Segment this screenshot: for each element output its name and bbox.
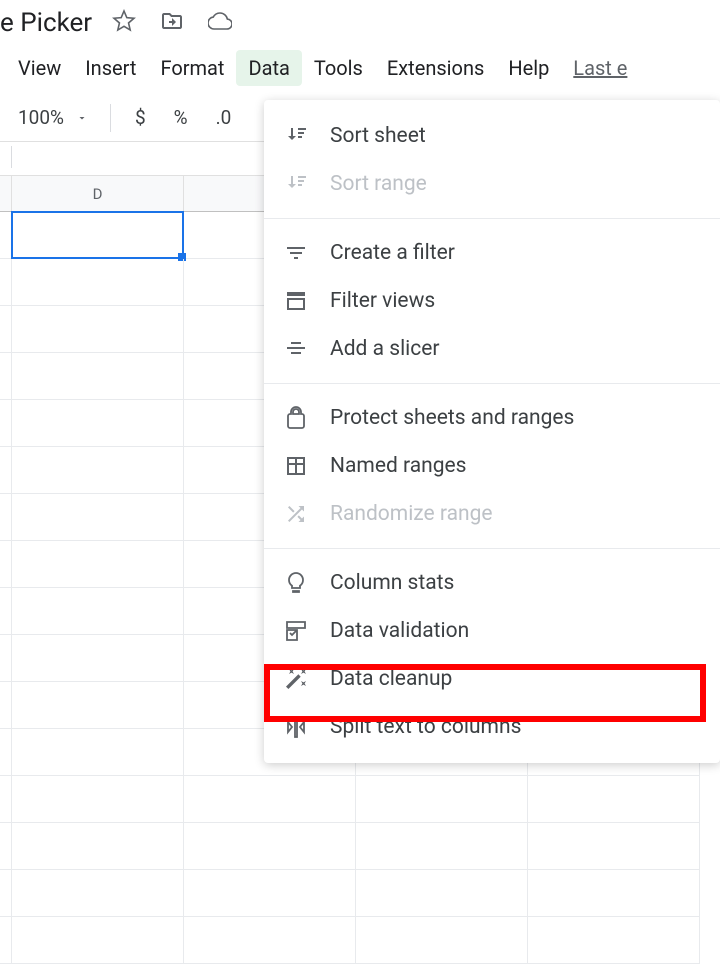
menu-data-cleanup-label: Data cleanup <box>330 667 452 691</box>
decimal-button[interactable]: .0 <box>206 102 242 133</box>
menu-add-slicer[interactable]: Add a slicer <box>264 325 720 373</box>
menu-add-slicer-label: Add a slicer <box>330 337 440 361</box>
menu-named-ranges-label: Named ranges <box>330 454 467 478</box>
menu-split-text[interactable]: Split text to columns <box>264 703 720 751</box>
menu-column-stats[interactable]: Column stats <box>264 559 720 607</box>
menu-create-filter[interactable]: Create a filter <box>264 229 720 277</box>
data-validation-icon <box>284 619 308 643</box>
menu-named-ranges[interactable]: Named ranges <box>264 442 720 490</box>
percent-button[interactable]: % <box>164 102 198 133</box>
star-icon[interactable] <box>112 9 136 37</box>
toolbar-divider <box>110 104 111 132</box>
menu-view[interactable]: View <box>6 50 73 86</box>
menu-sort-range: Sort range <box>264 160 720 208</box>
menu-column-stats-label: Column stats <box>330 571 454 595</box>
data-menu-dropdown: Sort sheet Sort range Create a filter Fi… <box>264 100 720 763</box>
menu-bar: View Insert Format Data Tools Extensions… <box>0 46 720 94</box>
lightbulb-icon <box>284 571 308 595</box>
split-icon <box>284 715 308 739</box>
menu-filter-views-label: Filter views <box>330 289 435 313</box>
menu-create-filter-label: Create a filter <box>330 241 455 265</box>
sort-range-icon <box>284 172 308 196</box>
menu-data-validation[interactable]: Data validation <box>264 607 720 655</box>
menu-separator <box>264 548 720 549</box>
column-header-d[interactable]: D <box>12 176 184 212</box>
menu-sort-sheet-label: Sort sheet <box>330 124 426 148</box>
doc-title[interactable]: e Picker <box>0 8 92 38</box>
menu-sort-range-label: Sort range <box>330 172 427 196</box>
menu-separator <box>264 218 720 219</box>
menu-data-validation-label: Data validation <box>330 619 469 643</box>
menu-randomize: Randomize range <box>264 490 720 538</box>
zoom-value: 100% <box>18 106 64 129</box>
menu-separator <box>264 383 720 384</box>
randomize-icon <box>284 502 308 526</box>
menu-tools[interactable]: Tools <box>302 50 375 86</box>
menu-help[interactable]: Help <box>496 50 561 86</box>
menu-protect-label: Protect sheets and ranges <box>330 406 574 430</box>
menu-protect[interactable]: Protect sheets and ranges <box>264 394 720 442</box>
menu-format[interactable]: Format <box>148 50 236 86</box>
sort-sheet-icon <box>284 124 308 148</box>
selected-cell[interactable] <box>12 212 184 259</box>
filter-views-icon <box>284 289 308 313</box>
filter-icon <box>284 241 308 265</box>
menu-split-text-label: Split text to columns <box>330 715 521 739</box>
zoom-selector[interactable]: 100% <box>10 102 96 133</box>
menu-data-cleanup[interactable]: Data cleanup <box>264 655 720 703</box>
menu-randomize-label: Randomize range <box>330 502 493 526</box>
title-bar: e Picker <box>0 0 720 46</box>
menu-filter-views[interactable]: Filter views <box>264 277 720 325</box>
named-ranges-icon <box>284 454 308 478</box>
move-folder-icon[interactable] <box>160 9 184 37</box>
menu-extensions[interactable]: Extensions <box>375 50 496 86</box>
currency-button[interactable]: $ <box>125 102 156 133</box>
menu-last-edit[interactable]: Last e <box>561 50 639 86</box>
cloud-icon[interactable] <box>208 9 232 37</box>
slicer-icon <box>284 337 308 361</box>
menu-insert[interactable]: Insert <box>73 50 148 86</box>
magic-wand-icon <box>284 667 308 691</box>
menu-data[interactable]: Data <box>236 50 301 86</box>
lock-icon <box>284 406 308 430</box>
chevron-down-icon <box>76 106 88 129</box>
menu-sort-sheet[interactable]: Sort sheet <box>264 112 720 160</box>
